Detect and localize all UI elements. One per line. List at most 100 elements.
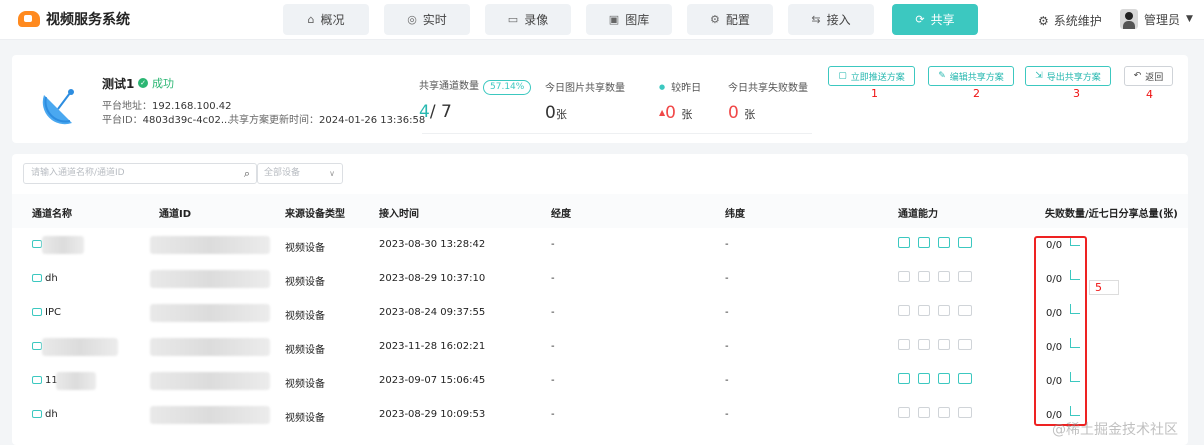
satellite-dish-icon [42, 89, 74, 125]
avatar [1120, 9, 1138, 29]
col-fail-count: 失败数量/近七日分享总量(张) [1045, 209, 1178, 220]
tab-gallery[interactable]: ▣ 图库 [586, 4, 672, 35]
camera-icon [32, 410, 42, 418]
shared-channels-value: 4/ 7 [419, 102, 452, 122]
source-type-cell: 视频设备 [285, 379, 325, 390]
push-plan-button[interactable]: ▢ 立即推送方案 [828, 66, 915, 86]
capability-card-icon [958, 373, 972, 384]
table-header: 通道名称 通道ID 来源设备类型 接入时间 经度 纬度 通道能力 失败数量/近七… [12, 194, 1188, 228]
access-time-cell: 2023-08-24 09:37:55 [379, 307, 486, 318]
back-button[interactable]: ↶ 返回 [1124, 66, 1173, 86]
app-brand[interactable]: 视频服务系统 [18, 9, 130, 29]
edit-icon: ✎ [938, 71, 946, 81]
col-capability: 通道能力 [898, 209, 938, 220]
today-images-value: 0张 [545, 103, 567, 123]
latitude-cell: - [725, 409, 729, 420]
capability-video-icon [898, 407, 910, 418]
latitude-cell: - [725, 341, 729, 352]
capability-image-icon [918, 271, 930, 282]
status-badge: ✓ 成功 [138, 75, 174, 91]
gear-icon: ⚙ [1038, 13, 1049, 28]
longitude-cell: - [551, 375, 555, 386]
shared-channels-label: 共享通道数量 57.14% [419, 77, 532, 95]
export-plan-button[interactable]: ⇲ 导出共享方案 [1025, 66, 1111, 86]
annotation-1: 1 [871, 87, 878, 100]
today-images-label: 今日图片共享数量 [545, 83, 625, 94]
channel-name-cell: 11 [32, 375, 58, 386]
table-row[interactable]: 11 视频设备 2023-09-07 15:06:45- -0/0 [12, 365, 1188, 399]
platform-summary-card: 测试1 ✓ 成功 平台地址：192.168.100.42 平台ID：4803d39… [12, 55, 1188, 143]
longitude-cell: - [551, 239, 555, 250]
tab-config[interactable]: ⚙ 配置 [687, 4, 773, 35]
capability-card-icon [958, 339, 972, 350]
annotation-5: 5 [1089, 280, 1119, 295]
tab-access[interactable]: ⇆ 接入 [788, 4, 874, 35]
capability-image-icon [918, 305, 930, 316]
latitude-cell: - [725, 273, 729, 284]
table-row[interactable]: IPC 视频设备 2023-08-24 09:37:55- -0/0 [12, 297, 1188, 331]
source-type-cell: 视频设备 [285, 277, 325, 288]
col-access-time: 接入时间 [379, 209, 419, 220]
capability-building-icon [938, 237, 950, 248]
camera-icon [32, 240, 42, 248]
col-longitude: 经度 [551, 209, 571, 220]
tab-overview[interactable]: ⌂ 概况 [283, 4, 369, 35]
latitude-cell: - [725, 375, 729, 386]
table-row[interactable]: dh 视频设备 2023-08-29 10:09:53- -0/0 [12, 399, 1188, 433]
source-type-cell: 视频设备 [285, 345, 325, 356]
check-icon: ✓ [138, 78, 148, 88]
today-fail-value: 0 张 [728, 103, 756, 123]
redacted-channel-id [150, 372, 270, 390]
latitude-cell: - [725, 307, 729, 318]
redacted-channel-id [150, 236, 270, 254]
back-arrow-icon: ↶ [1133, 71, 1142, 81]
doc-icon: ▢ [838, 71, 847, 81]
tab-realtime[interactable]: ◎ 实时 [384, 4, 470, 35]
device-filter-select[interactable]: 全部设备 ∨ [257, 163, 343, 184]
capability-image-icon [918, 407, 930, 418]
annotation-2: 2 [973, 87, 980, 100]
table-row[interactable]: dh 视频设备 2023-08-29 10:37:10- -0/0 [12, 263, 1188, 297]
system-maintenance-link[interactable]: ⚙ 系统维护 [1038, 12, 1102, 29]
access-time-cell: 2023-11-28 16:02:21 [379, 341, 486, 352]
capability-building-icon [938, 339, 950, 350]
search-input[interactable]: 请输入通道名称/通道ID ⌕ [23, 163, 257, 184]
capability-image-icon [918, 339, 930, 350]
tab-recording[interactable]: ▭ 录像 [485, 4, 571, 35]
col-latitude: 纬度 [725, 209, 745, 220]
annotation-3: 3 [1073, 87, 1080, 100]
capability-card-icon [958, 305, 972, 316]
capability-video-icon [898, 237, 910, 248]
capability-building-icon [938, 305, 950, 316]
channel-name-cell: IPC [32, 307, 61, 318]
capability-building-icon [938, 373, 950, 384]
table-row[interactable]: 视频设备 2023-08-30 13:28:42- -0/0 [12, 229, 1188, 263]
cloud-logo-icon [18, 11, 40, 27]
redacted-name [42, 236, 84, 254]
access-time-cell: 2023-08-30 13:28:42 [379, 239, 486, 250]
redacted-channel-id [150, 338, 270, 356]
chevron-down-icon: ∨ [329, 169, 335, 178]
caret-down-icon: ▼ [1186, 14, 1193, 24]
latitude-cell: - [725, 239, 729, 250]
search-icon[interactable]: ⌕ [244, 164, 250, 183]
shared-percent-badge: 57.14% [483, 80, 532, 95]
col-channel-name: 通道名称 [32, 209, 72, 220]
user-menu[interactable]: 管理员 ▼ [1120, 9, 1193, 29]
tab-share[interactable]: ⟳ 共享 [892, 4, 978, 35]
longitude-cell: - [551, 307, 555, 318]
redacted-name [56, 372, 96, 390]
access-time-cell: 2023-08-29 10:37:10 [379, 273, 486, 284]
camera-icon [32, 274, 42, 282]
access-icon: ⇆ [811, 13, 821, 26]
table-row[interactable]: 视频设备 2023-11-28 16:02:21- -0/0 [12, 331, 1188, 365]
platform-id: 平台ID：4803d39c-4c02... [102, 115, 231, 126]
today-fail-label: 今日共享失败数量 [728, 83, 808, 94]
platform-name: 测试1 [102, 77, 135, 91]
source-type-cell: 视频设备 [285, 243, 325, 254]
app-title: 视频服务系统 [46, 12, 130, 28]
source-type-cell: 视频设备 [285, 311, 325, 322]
edit-plan-button[interactable]: ✎ 编辑共享方案 [928, 66, 1014, 86]
capability-image-icon [918, 373, 930, 384]
annotation-4: 4 [1146, 88, 1153, 101]
